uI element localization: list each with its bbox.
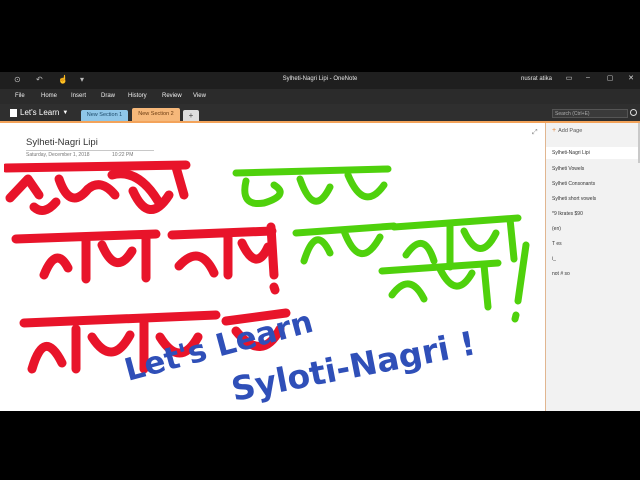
- page-item[interactable]: Sylheti Consonants: [552, 181, 595, 187]
- menu-review[interactable]: Review: [162, 93, 182, 99]
- notebook-name: Let's Learn: [20, 108, 60, 117]
- menu-view[interactable]: View: [193, 93, 206, 99]
- page-canvas[interactable]: Sylheti-Nagri Lipi Saturday, December 1,…: [4, 123, 544, 411]
- page-item[interactable]: i_: [552, 256, 556, 262]
- notebook-icon: [10, 108, 17, 117]
- plus-icon: +: [552, 127, 557, 134]
- menu-insert[interactable]: Insert: [71, 93, 86, 99]
- section-tab-1[interactable]: New Section 1: [81, 110, 128, 121]
- chevron-down-icon: ▼: [62, 109, 69, 116]
- page-item[interactable]: T es: [552, 241, 562, 247]
- ink-drawing: Let's Learn Syloti-Nagri !: [4, 160, 530, 409]
- menu-file[interactable]: File: [15, 93, 25, 99]
- maximize-icon[interactable]: ▢: [603, 74, 617, 82]
- close-icon[interactable]: ✕: [624, 74, 638, 82]
- green-ink-strokes: [232, 165, 530, 323]
- page-item[interactable]: Sylheti Vowels: [552, 166, 584, 172]
- ribbon-tabs: File Home Insert Draw History Review Vie…: [0, 89, 640, 104]
- add-section-button[interactable]: +: [183, 110, 199, 121]
- add-page-button[interactable]: + Add Page: [552, 127, 582, 134]
- menu-history[interactable]: History: [128, 93, 147, 99]
- menu-home[interactable]: Home: [41, 93, 57, 99]
- ribbon-display-icon[interactable]: ▭: [562, 74, 576, 82]
- user-name[interactable]: nusrat atika: [521, 76, 552, 82]
- minimize-icon[interactable]: –: [581, 74, 595, 81]
- search-input[interactable]: Search (Ctrl+E): [552, 109, 628, 118]
- section-tab-bar: Let's Learn ▼ New Section 1 New Section …: [0, 104, 640, 121]
- page-item-selected[interactable]: Sylheti-Nagri Lipi: [546, 147, 640, 159]
- page-item[interactable]: Sylheti short vowels: [552, 196, 596, 202]
- menu-draw[interactable]: Draw: [101, 93, 115, 99]
- page-item[interactable]: (en): [552, 226, 561, 232]
- pages-panel: + Add Page Sylheti-Nagri Lipi Sylheti Vow…: [545, 123, 640, 411]
- search-icon[interactable]: [630, 109, 637, 116]
- title-bar: ⊙ ↶ ☝ ▾ Sylheti-Nagri Lipi - OneNote nus…: [0, 72, 640, 89]
- page-item[interactable]: *9 Ikrates $90: [552, 211, 583, 217]
- add-page-label: Add Page: [558, 128, 583, 134]
- onenote-window: ⊙ ↶ ☝ ▾ Sylheti-Nagri Lipi - OneNote nus…: [0, 72, 640, 411]
- section-tab-2[interactable]: New Section 2: [132, 108, 180, 121]
- page-item[interactable]: not # so: [552, 271, 570, 277]
- notebook-selector[interactable]: Let's Learn ▼: [10, 108, 68, 117]
